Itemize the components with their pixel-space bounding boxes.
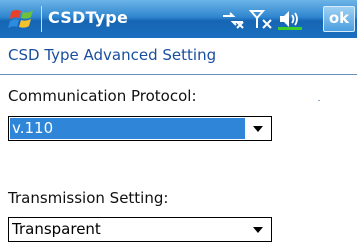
decorative-dot	[318, 100, 320, 101]
protocol-selected-value: v.110	[10, 118, 245, 139]
windows-start-flag-icon[interactable]	[8, 6, 36, 32]
signal-off-icon[interactable]	[249, 8, 273, 30]
title-divider	[0, 74, 357, 75]
chevron-down-icon[interactable]	[253, 227, 263, 233]
page-title: CSD Type Advanced Setting	[8, 46, 217, 64]
title-separator	[41, 6, 42, 32]
transmission-dropdown[interactable]: Transparent	[8, 217, 272, 242]
transmission-label: Transmission Setting:	[8, 189, 169, 207]
app-title: CSDType	[48, 8, 128, 27]
protocol-dropdown[interactable]: v.110	[8, 116, 272, 141]
chevron-down-icon[interactable]	[253, 126, 263, 132]
title-bar: CSDType ok	[0, 0, 357, 38]
connectivity-icon[interactable]	[219, 8, 247, 30]
protocol-label: Communication Protocol:	[8, 87, 197, 105]
transmission-selected-value: Transparent	[12, 220, 101, 238]
speaker-icon[interactable]	[278, 8, 302, 30]
ok-button[interactable]: ok	[323, 6, 355, 32]
